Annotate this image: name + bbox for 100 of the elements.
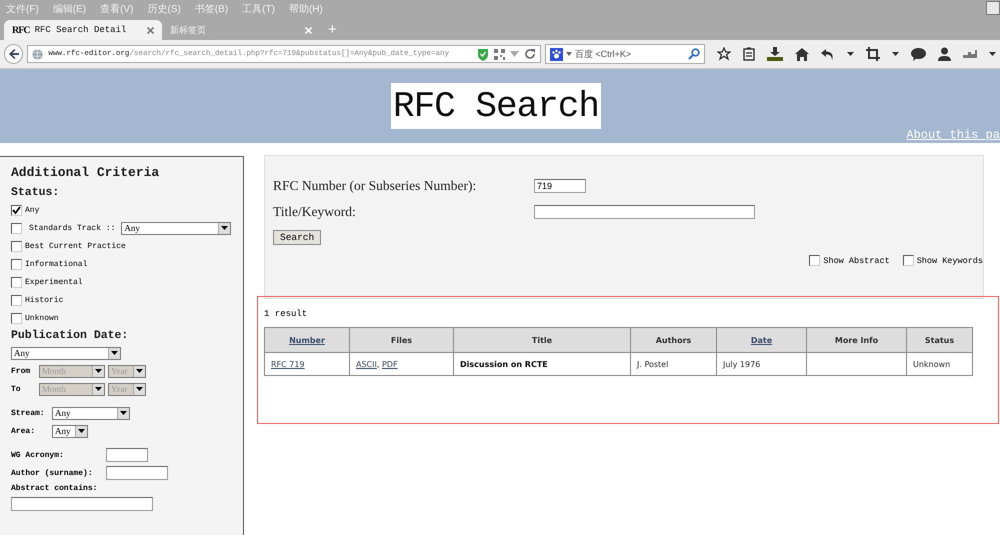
field-label: To (11, 384, 22, 394)
checkbox[interactable] (809, 255, 820, 266)
separator: , (376, 360, 380, 368)
dropdown-arrow-icon[interactable] (846, 52, 854, 56)
checkbox-label: Show Abstract (823, 256, 890, 266)
dropdown-arrow-icon (221, 226, 228, 230)
speech-bubble-icon[interactable] (910, 48, 926, 60)
dropdown-arrow-icon[interactable] (566, 52, 572, 56)
column-header: Status (906, 328, 972, 352)
table-cell: Unknown (906, 352, 972, 376)
checkbox-label: Best Current Practice (25, 242, 126, 250)
field-label: Stream: (11, 408, 46, 418)
section-heading: Publication Date: (11, 329, 130, 342)
reload-icon[interactable] (524, 48, 536, 60)
download-icon[interactable] (766, 47, 783, 61)
table-cell: J. Postel (630, 352, 716, 376)
shield-icon (476, 48, 489, 60)
dropdown-arrow-icon (95, 387, 102, 391)
dropdown-arrow-icon (111, 351, 118, 355)
input-field[interactable] (11, 497, 153, 511)
field-label: Author (surname): (11, 468, 94, 478)
site-logo: RFC Search (391, 83, 601, 129)
input-field[interactable] (106, 448, 148, 462)
clipboard-icon[interactable] (742, 47, 755, 61)
dropdown-arrow-icon (136, 369, 143, 373)
browser-tab[interactable]: 新标签页 (162, 20, 320, 40)
globe-icon (32, 48, 44, 60)
section-heading: Status: (11, 186, 60, 199)
dropdown-arrow-icon (136, 387, 143, 391)
sort-link[interactable]: Date (750, 336, 772, 344)
menu-item[interactable]: 文件(F) (6, 2, 39, 16)
search-button[interactable]: Search (273, 230, 322, 245)
tab-title: 新标签页 (170, 24, 207, 36)
link[interactable]: PDF (382, 360, 398, 368)
result-count: 1 result (264, 309, 308, 319)
field-label: Title/Keyword: (273, 204, 357, 220)
crop-icon[interactable] (866, 47, 880, 61)
field-label: Abstract contains: (11, 484, 98, 493)
checkbox[interactable] (11, 294, 22, 306)
undo-icon[interactable] (820, 48, 835, 60)
field-label: From (11, 366, 32, 376)
checkbox-label: Standards Track :: (28, 224, 116, 232)
dropdown[interactable]: Any (52, 406, 130, 420)
dropdown-arrow-icon[interactable] (892, 52, 899, 56)
back-button[interactable] (4, 44, 24, 64)
checkbox[interactable] (11, 222, 22, 234)
checkbox-label: Any (25, 206, 40, 214)
menu-item[interactable]: 帮助(H) (288, 2, 323, 16)
search-bar[interactable]: 百度 <Ctrl+K> (544, 44, 705, 64)
minimize-button[interactable] (986, 1, 1000, 15)
dropdown[interactable]: Any (52, 424, 88, 438)
input-field[interactable] (534, 205, 755, 219)
input-field[interactable]: 719 (534, 179, 586, 193)
checkbox[interactable] (11, 276, 22, 288)
back-arrow-icon (8, 48, 20, 60)
link[interactable]: RFC 719 (271, 360, 305, 368)
column-header: Files (350, 328, 454, 352)
field-label: Area: (11, 426, 36, 436)
new-tab-button[interactable]: + (328, 20, 337, 40)
person-icon[interactable] (938, 47, 951, 61)
checkbox-label: Show Keywords (916, 256, 983, 266)
search-icon[interactable] (688, 48, 700, 60)
checkbox[interactable] (902, 255, 914, 266)
checkbox-label: Experimental (25, 278, 83, 286)
about-link[interactable]: About this pa (906, 128, 1000, 142)
home-icon[interactable] (794, 48, 809, 60)
menu-item[interactable]: 编辑(E) (52, 2, 86, 16)
sort-link[interactable]: Number (289, 336, 325, 344)
star-icon[interactable] (716, 47, 731, 61)
checkbox[interactable] (11, 312, 22, 324)
checkbox[interactable] (11, 204, 22, 216)
checkbox-label: Unknown (25, 314, 59, 322)
menu-item[interactable]: 书签(B) (194, 2, 228, 16)
field-label: WG Acronym: (11, 450, 65, 460)
field-label: RFC Number (or Subseries Number): (273, 178, 478, 194)
menu-item[interactable]: 历史(S) (147, 2, 181, 16)
dropdown[interactable]: Any (11, 346, 121, 360)
dropdown-arrow-icon (78, 429, 85, 433)
tab-title: RFC Search Detail (34, 25, 128, 35)
link[interactable]: ASCII (356, 360, 377, 368)
browser-tab[interactable]: RFC RFC Search Detail (4, 20, 162, 40)
menu-item[interactable]: 查看(V) (100, 2, 134, 16)
panel-title: Additional Criteria (11, 165, 160, 180)
paw-icon (550, 48, 563, 60)
column-header: Title (454, 328, 630, 352)
tab-favicon: RFC (12, 24, 30, 36)
menu-item[interactable]: 工具(T) (242, 2, 275, 16)
checkbox[interactable] (11, 258, 22, 270)
column-header: More Info (806, 328, 906, 352)
checkbox-label: Informational (25, 260, 88, 268)
dropdown-arrow-icon (95, 369, 102, 373)
dropdown-arrow-icon[interactable] (988, 52, 996, 56)
checkbox[interactable] (11, 240, 22, 252)
table-cell: July 1976 (716, 352, 806, 376)
dropdown[interactable]: Any (121, 222, 232, 234)
dropdown-arrow-icon (120, 411, 127, 415)
checkbox-label: Historic (25, 296, 64, 304)
input-field[interactable] (106, 466, 168, 480)
column-header: Authors (630, 328, 716, 352)
qr-code-icon (494, 48, 505, 60)
